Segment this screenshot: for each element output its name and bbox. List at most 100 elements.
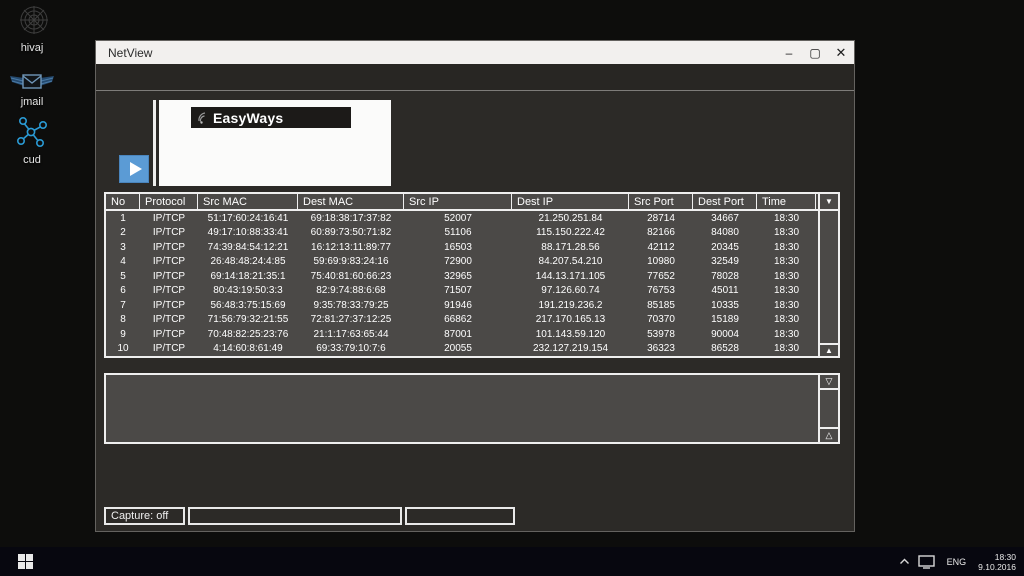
netview-window: NetView – ▢ ✕ EasyWays xyxy=(95,40,855,532)
table-cell: 8 xyxy=(106,314,140,325)
status-field xyxy=(405,507,515,525)
scroll-down-icon[interactable]: ▽ xyxy=(820,375,838,390)
table-row[interactable]: 5IP/TCP69:14:18:21:35:175:40:81:60:66:23… xyxy=(106,269,818,284)
table-cell: 1 xyxy=(106,213,140,224)
table-cell: 18:30 xyxy=(757,227,816,238)
table-row[interactable]: 7IP/TCP56:48:3:75:15:699:35:78:33:79:259… xyxy=(106,298,818,313)
table-row[interactable]: 10IP/TCP4:14:60:8:61:4969:33:79:10:7:620… xyxy=(106,342,818,357)
desktop-icon-label: cud xyxy=(0,154,64,166)
table-cell: IP/TCP xyxy=(140,285,198,296)
table-cell: 76753 xyxy=(629,285,693,296)
table-cell: 88.171.28.56 xyxy=(512,242,629,253)
desktop-icon-hivaj[interactable]: hivaj xyxy=(0,6,64,54)
table-cell: 69:18:38:17:37:82 xyxy=(298,213,404,224)
table-cell: 16503 xyxy=(404,242,512,253)
tray-chevron-up-icon[interactable] xyxy=(899,558,910,565)
language-indicator[interactable]: ENG xyxy=(947,557,967,567)
table-cell: 42112 xyxy=(629,242,693,253)
table-cell: 7 xyxy=(106,300,140,311)
desktop-icon-jmail[interactable]: jmail xyxy=(0,72,64,108)
desktop: hivaj jmail xyxy=(0,0,1024,576)
title-bar[interactable]: NetView – ▢ ✕ xyxy=(96,41,854,64)
window-title: NetView xyxy=(108,46,152,60)
table-cell: 191.219.236.2 xyxy=(512,300,629,311)
table-cell: 32965 xyxy=(404,271,512,282)
table-row[interactable]: 6IP/TCP80:43:19:50:3:382:9:74:88:6:68715… xyxy=(106,284,818,299)
table-row[interactable]: 1IP/TCP51:17:60:24:16:4169:18:38:17:37:8… xyxy=(106,211,818,226)
maximize-button[interactable]: ▢ xyxy=(802,41,828,64)
table-cell: 10 xyxy=(106,343,140,354)
winged-mail-icon xyxy=(9,83,55,95)
table-cell: 20345 xyxy=(693,242,757,253)
detail-panel-content xyxy=(106,375,818,442)
table-cell: 101.143.59.120 xyxy=(512,329,629,340)
table-cell: 86528 xyxy=(693,343,757,354)
minimize-button[interactable]: – xyxy=(776,41,802,64)
table-cell: 74:39:84:54:12:21 xyxy=(198,242,298,253)
table-cell: 18:30 xyxy=(757,314,816,325)
scroll-down-icon[interactable]: ▼ xyxy=(820,194,838,211)
taskbar-clock[interactable]: 18:30 9.10.2016 xyxy=(978,552,1016,572)
windows-start-icon[interactable] xyxy=(18,554,33,569)
scroll-up-icon[interactable]: △ xyxy=(820,427,838,442)
table-cell: 4:14:60:8:61:49 xyxy=(198,343,298,354)
table-cell: 217.170.165.13 xyxy=(512,314,629,325)
column-header[interactable]: Time xyxy=(757,194,816,209)
table-cell: IP/TCP xyxy=(140,329,198,340)
table-cell: 2 xyxy=(106,227,140,238)
table-cell: IP/TCP xyxy=(140,242,198,253)
scrollbar-track[interactable] xyxy=(820,211,838,343)
table-cell: 53978 xyxy=(629,329,693,340)
column-header[interactable]: Src IP xyxy=(404,194,512,209)
table-row[interactable]: 3IP/TCP74:39:84:54:12:2116:12:13:11:89:7… xyxy=(106,240,818,255)
table-row[interactable]: 9IP/TCP70:48:82:25:23:7621:1:17:63:65:44… xyxy=(106,327,818,342)
table-row[interactable]: 4IP/TCP26:48:48:24:4:8559:69:9:83:24:167… xyxy=(106,255,818,270)
desktop-icon-cud[interactable]: cud xyxy=(0,116,64,166)
panel-divider xyxy=(153,100,156,186)
table-cell: 56:48:3:75:15:69 xyxy=(198,300,298,311)
capture-status-badge: Capture: off xyxy=(104,507,185,525)
column-header[interactable]: Dest MAC xyxy=(298,194,404,209)
table-cell: 75:40:81:60:66:23 xyxy=(298,271,404,282)
table-cell: 97.126.60.74 xyxy=(512,285,629,296)
table-cell: 18:30 xyxy=(757,329,816,340)
table-cell: 90004 xyxy=(693,329,757,340)
taskbar: ENG 18:30 9.10.2016 xyxy=(0,547,1024,576)
table-cell: IP/TCP xyxy=(140,227,198,238)
column-header[interactable]: Dest Port xyxy=(693,194,757,209)
table-cell: 21.250.251.84 xyxy=(512,213,629,224)
table-row[interactable]: 8IP/TCP71:56:79:32:21:5572:81:27:37:12:2… xyxy=(106,313,818,328)
column-header[interactable]: Protocol xyxy=(140,194,198,209)
column-header[interactable]: No xyxy=(106,194,140,209)
table-cell: 71:56:79:32:21:55 xyxy=(198,314,298,325)
table-cell: 80:43:19:50:3:3 xyxy=(198,285,298,296)
table-cell: 144.13.171.105 xyxy=(512,271,629,282)
column-header[interactable]: Src MAC xyxy=(198,194,298,209)
table-cell: 66862 xyxy=(404,314,512,325)
desktop-icon-label: jmail xyxy=(0,96,64,108)
table-cell: IP/TCP xyxy=(140,256,198,267)
close-button[interactable]: ✕ xyxy=(828,41,854,64)
table-cell: 20055 xyxy=(404,343,512,354)
molecule-icon xyxy=(12,141,52,153)
table-cell: 18:30 xyxy=(757,343,816,354)
table-cell: 18:30 xyxy=(757,213,816,224)
table-scrollbar[interactable]: ▼ ▲ xyxy=(818,194,838,356)
brand-label: EasyWays xyxy=(213,110,283,126)
column-header[interactable]: Src Port xyxy=(629,194,693,209)
start-capture-button[interactable] xyxy=(119,155,149,183)
scroll-up-icon[interactable]: ▲ xyxy=(820,343,838,356)
detail-scrollbar[interactable]: ▽ △ xyxy=(818,375,838,442)
table-cell: 49:17:10:88:33:41 xyxy=(198,227,298,238)
packet-table: NoProtocolSrc MACDest MACSrc IPDest IPSr… xyxy=(104,192,840,358)
table-row[interactable]: 2IP/TCP49:17:10:88:33:4160:89:73:50:71:8… xyxy=(106,226,818,241)
table-cell: 16:12:13:11:89:77 xyxy=(298,242,404,253)
tray-monitor-icon[interactable] xyxy=(918,555,935,569)
table-cell: 4 xyxy=(106,256,140,267)
table-cell: IP/TCP xyxy=(140,300,198,311)
table-cell: 18:30 xyxy=(757,300,816,311)
column-header[interactable]: Dest IP xyxy=(512,194,629,209)
table-cell: 10980 xyxy=(629,256,693,267)
table-cell: 18:30 xyxy=(757,271,816,282)
scrollbar-track[interactable] xyxy=(820,390,838,427)
